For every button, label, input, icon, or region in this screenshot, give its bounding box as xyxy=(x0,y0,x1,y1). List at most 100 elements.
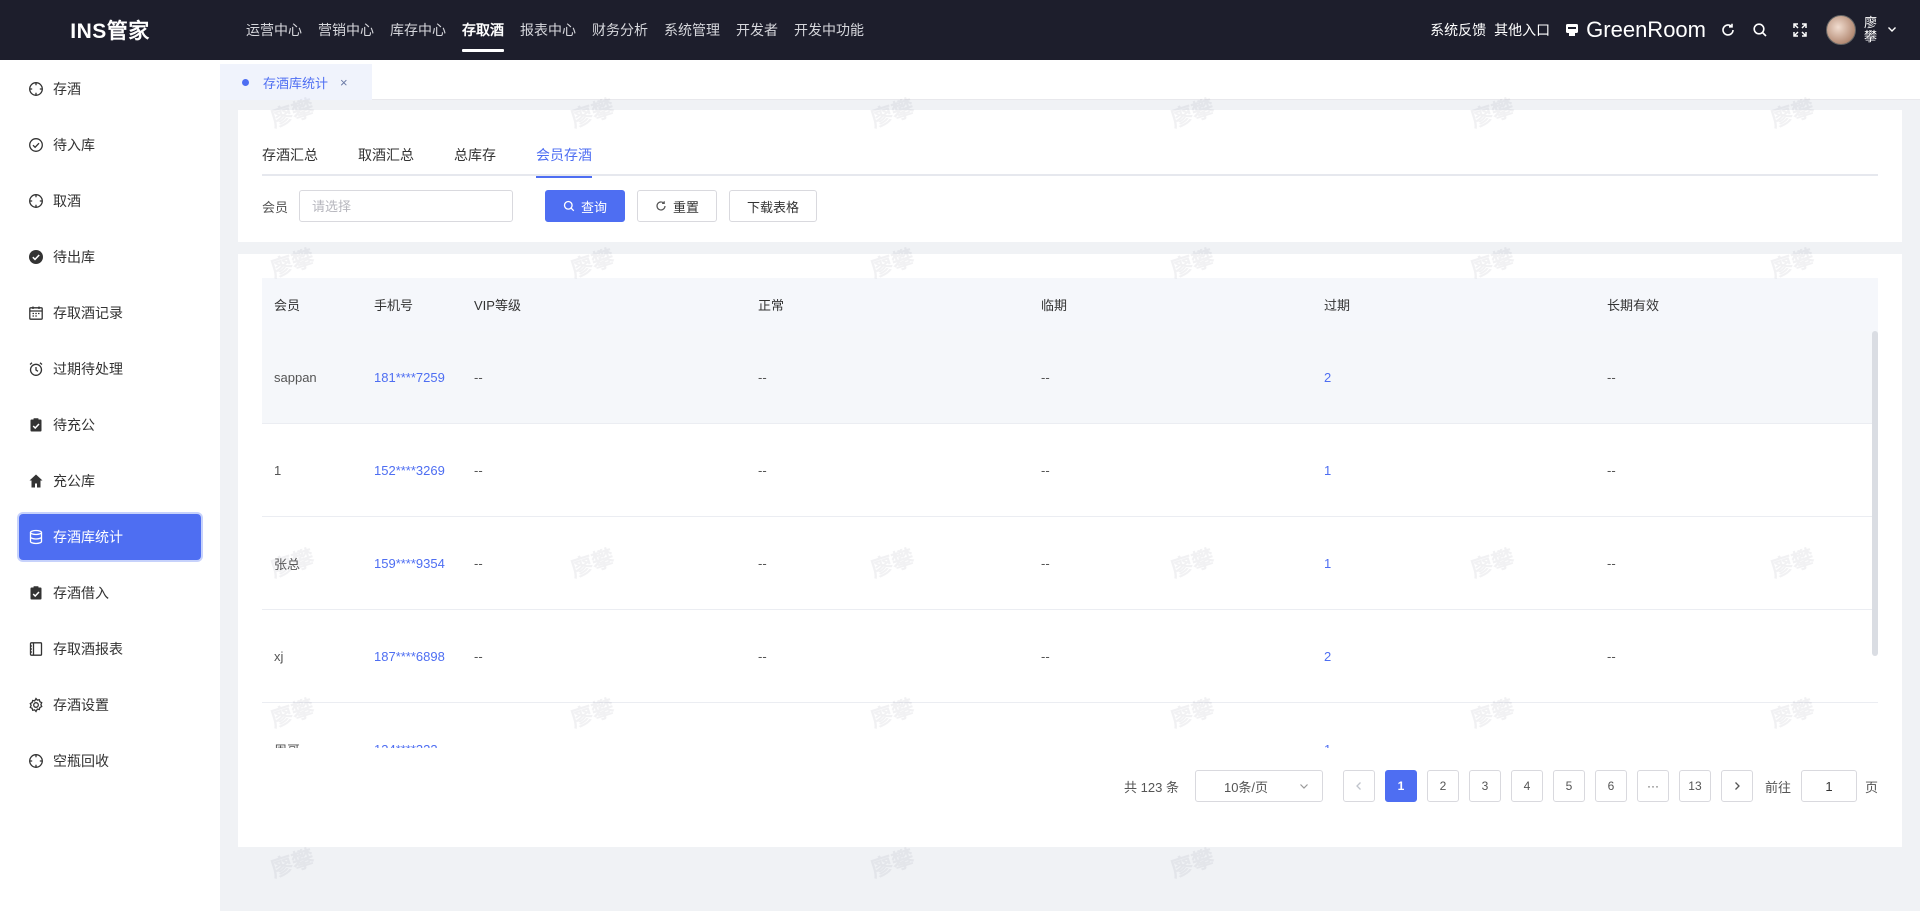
more-pages-button[interactable]: ··· xyxy=(1636,770,1669,802)
sidebar-item-records[interactable]: 存取酒记录 xyxy=(19,290,201,336)
member-label: 会员 xyxy=(262,199,289,215)
gear-icon xyxy=(28,697,44,713)
cell-expired[interactable]: 1 xyxy=(1324,424,1331,517)
member-select[interactable] xyxy=(299,190,514,222)
tab-take-summary[interactable]: 取酒汇总 xyxy=(358,134,414,176)
page-button-6[interactable]: 6 xyxy=(1594,770,1627,802)
cell-expired[interactable]: 1 xyxy=(1324,517,1331,610)
tab-total-inventory[interactable]: 总库存 xyxy=(454,134,496,176)
nav-item-operations[interactable]: 运营中心 xyxy=(246,0,302,60)
store-icon xyxy=(1564,22,1580,38)
cell-expired[interactable]: 1 xyxy=(1324,703,1331,748)
sidebar-item-store-wine[interactable]: 存酒 xyxy=(19,66,201,112)
feedback-link[interactable]: 系统反馈 xyxy=(1430,20,1486,40)
sidebar-item-label: 存酒设置 xyxy=(53,697,109,713)
sidebar-item-take-wine[interactable]: 取酒 xyxy=(19,178,201,224)
cell-long-term: -- xyxy=(1607,370,1616,385)
user-name[interactable]: 廖攀 xyxy=(1864,16,1878,44)
nav-item-system[interactable]: 系统管理 xyxy=(664,0,720,60)
col-expired: 过期 xyxy=(1324,298,1351,313)
table-row[interactable]: 周哥 134****323 -- -- -- 1 -- xyxy=(262,703,1878,749)
search-icon[interactable] xyxy=(1740,10,1780,50)
cell-member: sappan xyxy=(274,370,317,385)
cell-near-expiry: -- xyxy=(1041,370,1050,385)
nav-item-marketing[interactable]: 营销中心 xyxy=(318,0,374,60)
nav-item-developer[interactable]: 开发者 xyxy=(736,0,778,60)
sidebar-item-borrow[interactable]: 存酒借入 xyxy=(19,570,201,616)
fullscreen-icon[interactable] xyxy=(1780,10,1820,50)
page-tab-storage-stats[interactable]: 存酒库统计 × xyxy=(220,64,372,100)
sidebar-item-pending-out[interactable]: 待出库 xyxy=(19,234,201,280)
page-button-3[interactable]: 3 xyxy=(1468,770,1501,802)
cell-phone[interactable]: 134****323 xyxy=(374,703,448,749)
table-row[interactable]: xj 187****6898 -- -- -- 2 -- xyxy=(262,610,1878,703)
goto-page-input[interactable] xyxy=(1800,770,1857,802)
cell-phone[interactable]: 159****9354 xyxy=(374,517,448,610)
sidebar-item-bottle-recycle[interactable]: 空瓶回收 xyxy=(19,738,201,784)
sidebar-item-expired[interactable]: 过期待处理 xyxy=(19,346,201,392)
next-page-button[interactable] xyxy=(1720,770,1753,802)
table-row[interactable]: 1 152****3269 -- -- -- 1 -- xyxy=(262,424,1878,517)
avatar[interactable] xyxy=(1826,15,1856,45)
reset-button[interactable]: 重置 xyxy=(637,190,718,222)
member-storage-table: 会员 手机号 VIP等级 正常 临期 过期 长期有效 sappan 181***… xyxy=(262,278,1878,748)
other-entry-link[interactable]: 其他入口 xyxy=(1494,20,1550,40)
database-icon xyxy=(28,529,44,545)
cell-phone[interactable]: 187****6898 xyxy=(374,610,448,703)
page-button-4[interactable]: 4 xyxy=(1510,770,1543,802)
nav-item-beta[interactable]: 开发中功能 xyxy=(794,0,864,60)
table-row[interactable]: sappan 181****7259 -- -- -- 2 -- xyxy=(262,331,1878,424)
sidebar-item-label: 存酒借入 xyxy=(53,585,109,601)
check-circle-icon xyxy=(28,137,44,153)
tab-member-storage[interactable]: 会员存酒 xyxy=(536,134,592,178)
sidebar-item-pending-in[interactable]: 待入库 xyxy=(19,122,201,168)
app-logo[interactable]: INS管家 xyxy=(0,15,220,45)
refresh-icon[interactable] xyxy=(1716,10,1740,50)
sidebar-item-storage-stats[interactable]: 存酒库统计 xyxy=(19,514,201,560)
page-button-1[interactable]: 1 xyxy=(1384,770,1417,802)
sidebar-item-label: 过期待处理 xyxy=(53,361,123,377)
check-circle-filled-icon xyxy=(28,249,44,265)
sidebar-item-pending-confiscate[interactable]: 待充公 xyxy=(19,402,201,448)
reset-button-label: 重置 xyxy=(673,199,700,215)
cell-expired[interactable]: 2 xyxy=(1324,331,1331,424)
refresh-icon xyxy=(655,200,667,212)
page-tab-label: 存酒库统计 xyxy=(263,75,329,91)
compass-icon xyxy=(28,753,44,769)
cell-expired[interactable]: 2 xyxy=(1324,610,1331,703)
download-button[interactable]: 下载表格 xyxy=(729,190,818,222)
store-name[interactable]: GreenRoom xyxy=(1586,17,1706,43)
cell-phone[interactable]: 152****3269 xyxy=(374,424,448,517)
nav-item-finance[interactable]: 财务分析 xyxy=(592,0,648,60)
sidebar-item-label: 存取酒报表 xyxy=(53,641,123,657)
nav-item-inventory[interactable]: 库存中心 xyxy=(390,0,446,60)
table-row[interactable]: 张总 159****9354 -- -- -- 1 -- xyxy=(262,517,1878,610)
page-button-last[interactable]: 13 xyxy=(1678,770,1711,802)
page-size-select[interactable]: 10条/页 xyxy=(1194,770,1323,802)
cell-vip: -- xyxy=(474,556,483,571)
sidebar-item-label: 存取酒记录 xyxy=(53,305,123,321)
tab-storage-summary[interactable]: 存酒汇总 xyxy=(262,134,318,176)
chevron-down-icon xyxy=(1298,780,1310,795)
cell-near-expiry: -- xyxy=(1041,703,1050,748)
sidebar-item-label: 空瓶回收 xyxy=(53,753,109,769)
close-icon[interactable]: × xyxy=(340,75,348,90)
prev-page-button[interactable] xyxy=(1342,770,1375,802)
sidebar-item-label: 存酒 xyxy=(53,81,81,97)
cell-normal: -- xyxy=(758,463,767,478)
home-icon xyxy=(28,473,44,489)
nav-item-reports[interactable]: 报表中心 xyxy=(520,0,576,60)
cell-phone[interactable]: 181****7259 xyxy=(374,331,448,424)
query-button[interactable]: 查询 xyxy=(545,190,626,222)
calendar-icon xyxy=(28,305,44,321)
sidebar-item-label: 待出库 xyxy=(53,249,95,265)
nav-item-wine-storage[interactable]: 存取酒 xyxy=(462,0,504,60)
chevron-down-icon[interactable] xyxy=(1886,22,1898,38)
page-button-2[interactable]: 2 xyxy=(1426,770,1459,802)
sidebar-item-settings[interactable]: 存酒设置 xyxy=(19,682,201,728)
sidebar-item-confiscated[interactable]: 充公库 xyxy=(19,458,201,504)
table-scrollbar[interactable] xyxy=(1872,331,1878,656)
page-button-5[interactable]: 5 xyxy=(1552,770,1585,802)
sidebar-item-report[interactable]: 存取酒报表 xyxy=(19,626,201,672)
sidebar-item-label: 待充公 xyxy=(53,417,95,433)
